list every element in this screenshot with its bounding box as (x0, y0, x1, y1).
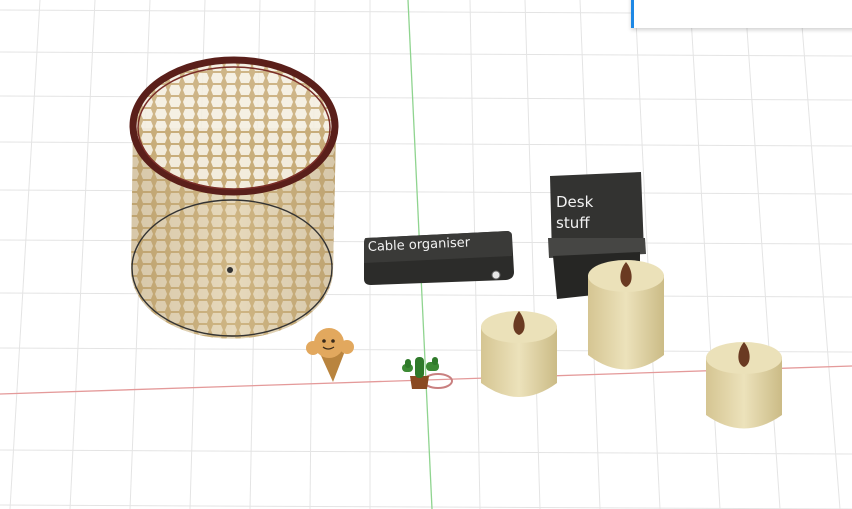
properties-panel[interactable] (631, 0, 852, 28)
hex-basket-model[interactable] (129, 56, 339, 339)
bulb-pot-model[interactable] (588, 260, 664, 370)
3d-viewport[interactable]: Cable organiser Desk stuff (0, 0, 852, 509)
desk-stuff-label-line1: Desk (556, 193, 594, 211)
bulb-pot-model[interactable] (481, 311, 557, 397)
cactus-model[interactable] (402, 357, 453, 389)
bulb-pot-model[interactable] (706, 342, 782, 429)
desk-stuff-label-line2: stuff (556, 214, 590, 232)
cable-organiser-model[interactable]: Cable organiser (364, 231, 514, 285)
ice-cream-figure-model[interactable] (306, 328, 354, 382)
